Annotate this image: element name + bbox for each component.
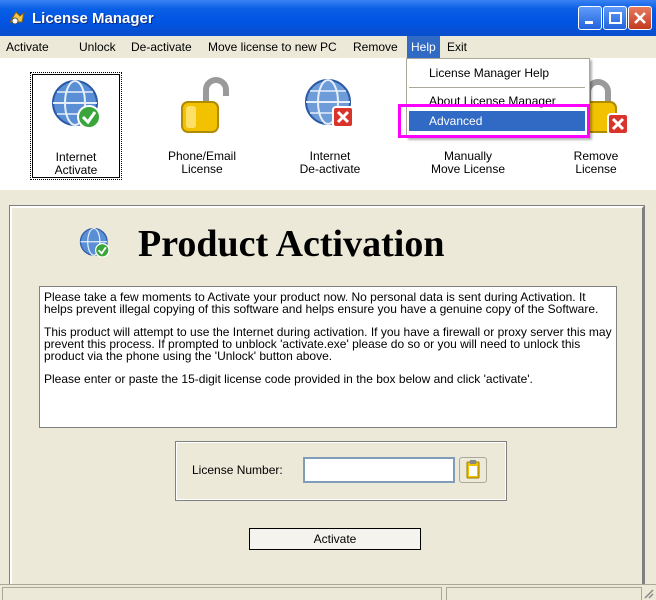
resize-grip-icon[interactable]	[642, 587, 654, 599]
license-manager-window: License Manager Activate Unlock De-activ…	[0, 0, 656, 600]
menu-activate[interactable]: Activate	[6, 40, 49, 54]
remove-license-label: Remove License	[573, 149, 619, 176]
padlock-open-icon	[181, 77, 229, 133]
instruction-paragraph: Please enter or paste the 15-digit licen…	[44, 372, 533, 386]
menu-license-manager-help[interactable]: License Manager Help	[409, 63, 585, 83]
minimize-button[interactable]	[578, 6, 602, 30]
clipboard-icon	[466, 460, 480, 479]
menu-de-activate[interactable]: De-activate	[131, 40, 192, 54]
title-bar[interactable]: License Manager	[0, 0, 656, 36]
maximize-button[interactable]	[603, 6, 627, 30]
window-title: License Manager	[32, 10, 154, 27]
internet-deactivate-button[interactable]: Internet De-activate	[284, 72, 376, 180]
menu-help[interactable]: Help	[407, 36, 440, 58]
activate-button[interactable]: Activate	[249, 528, 421, 550]
advanced-highlight-annotation	[398, 104, 590, 138]
manually-move-license-label: Manually Move License	[430, 149, 506, 176]
internet-deactivate-label: Internet De-activate	[299, 149, 361, 176]
menu-exit[interactable]: Exit	[447, 40, 467, 54]
globe-x-icon	[305, 79, 354, 128]
globe-check-icon	[79, 227, 110, 258]
phone-email-license-label: Phone/Email License	[167, 149, 237, 176]
close-button[interactable]	[628, 6, 652, 30]
status-pane	[446, 587, 642, 600]
instruction-paragraph: This product will attempt to use the Int…	[44, 325, 612, 363]
menu-move-license[interactable]: Move license to new PC	[208, 40, 337, 54]
license-number-group: License Number:	[175, 441, 507, 501]
instructions-text: Please take a few moments to Activate yo…	[39, 286, 617, 428]
license-number-label: License Number:	[192, 463, 283, 477]
phone-email-license-button[interactable]: Phone/Email License	[156, 72, 248, 180]
minimize-icon	[585, 21, 593, 24]
menu-separator	[409, 87, 585, 88]
menu-remove[interactable]: Remove	[353, 40, 398, 54]
page-title: Product Activation	[138, 223, 445, 265]
internet-activate-label: Internet Activate	[54, 150, 98, 177]
status-bar	[0, 584, 656, 600]
close-icon	[634, 12, 646, 24]
status-pane	[2, 587, 442, 600]
paste-button[interactable]	[459, 457, 487, 483]
instruction-paragraph: Please take a few moments to Activate yo…	[44, 290, 599, 316]
license-number-input[interactable]	[303, 457, 455, 483]
menu-bar: Activate Unlock De-activate Move license…	[0, 36, 656, 58]
app-icon	[9, 11, 25, 25]
menu-unlock[interactable]: Unlock	[79, 40, 116, 54]
globe-check-icon	[52, 80, 101, 129]
internet-activate-button[interactable]: Internet Activate	[30, 72, 122, 180]
maximize-icon	[609, 12, 622, 24]
